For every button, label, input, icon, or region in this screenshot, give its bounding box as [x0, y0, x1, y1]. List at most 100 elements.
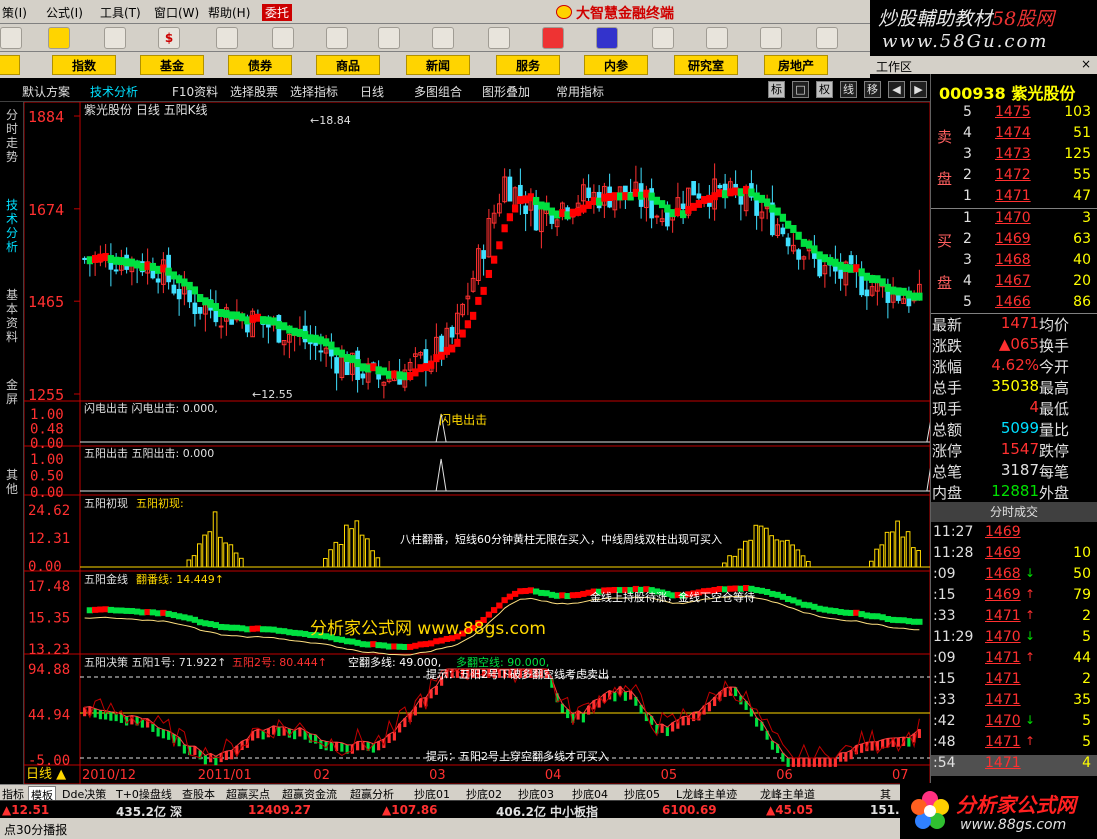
yang-bar: [218, 536, 223, 568]
nav-news[interactable]: 新闻: [406, 55, 470, 75]
tool-folder-icon[interactable]: [652, 27, 674, 49]
tool-binoculars-icon[interactable]: [326, 27, 348, 49]
tick-row: :33 1471 35: [933, 692, 1091, 708]
tech-analysis[interactable]: 技术分析: [90, 83, 138, 100]
chart-area[interactable]: 1884 1674 1465 1255 紫光股份 日线 五阳K线 ←18.84 ←12.55…: [24, 102, 930, 784]
hint-sell: 提示：五阳2号下破多翻空线考虑卖出: [426, 667, 609, 681]
overlay[interactable]: 图形叠加: [482, 83, 530, 100]
multi-chart[interactable]: 多图组合: [414, 83, 462, 100]
ctl-cross[interactable]: □: [792, 81, 809, 98]
left-sidebar: 分时走势 技术分析 基本资料 金屏 其他: [0, 102, 24, 785]
nav-commodity[interactable]: 商品: [316, 55, 380, 75]
select-stock[interactable]: 选择股票: [230, 83, 278, 100]
side-basic[interactable]: 基本资料: [6, 288, 20, 344]
tool-red-icon[interactable]: [542, 27, 564, 49]
buy-row[interactable]: 3 1468 40: [963, 252, 1097, 272]
menu-formula[interactable]: 公式(I): [46, 4, 83, 21]
tool-dollar-icon[interactable]: $: [158, 27, 180, 49]
ctl-right[interactable]: 权: [816, 81, 833, 98]
ticks-header[interactable]: 分时成交: [931, 502, 1097, 522]
select-indicator[interactable]: 选择指标: [290, 83, 338, 100]
sell-row[interactable]: 5 1475 103: [963, 104, 1097, 124]
stat-row: 总手 35038 最高: [932, 377, 1070, 397]
panel-label2: 翻番线: 14.449↑: [136, 572, 224, 586]
panel-y-tick: 13.23: [28, 642, 70, 658]
candle-body: [785, 237, 791, 247]
yang-bar: [869, 560, 874, 568]
buy-row[interactable]: 1 1470 3: [963, 210, 1097, 230]
tool-window-icon[interactable]: [706, 27, 728, 49]
side-goldscreen[interactable]: 金屏: [6, 378, 20, 406]
nav-bond[interactable]: 债券: [228, 55, 292, 75]
nav-internal[interactable]: 内参: [584, 55, 648, 75]
trend-ribbon: [459, 329, 466, 338]
ctl-line[interactable]: 线: [840, 81, 857, 98]
side-intraday[interactable]: 分时走势: [6, 108, 20, 164]
menu-window[interactable]: 窗口(W): [154, 4, 199, 21]
candle-body: [197, 306, 203, 314]
sell-row[interactable]: 4 1474 51: [963, 125, 1097, 145]
ctl-move[interactable]: 移: [864, 81, 881, 98]
yang-bar: [338, 544, 344, 568]
nav-service[interactable]: 服务: [496, 55, 560, 75]
tool-chart-icon[interactable]: [216, 27, 238, 49]
yang-bar: [911, 547, 916, 568]
nav-realestate[interactable]: 房地产: [764, 55, 828, 75]
yang-bar: [239, 557, 244, 568]
yang-bar: [800, 555, 806, 568]
tool-icon-1[interactable]: [0, 27, 22, 49]
nav-fund[interactable]: 基金: [140, 55, 204, 75]
candle-body: [187, 290, 192, 303]
tool-blue-icon[interactable]: [596, 27, 618, 49]
ticker-9: 151.: [870, 803, 900, 817]
tool-grid-icon[interactable]: [272, 27, 294, 49]
ctl-mark[interactable]: 标: [768, 81, 785, 98]
ctl-next-icon[interactable]: ▶: [910, 81, 927, 98]
menu-help[interactable]: 帮助(H): [208, 4, 250, 21]
period-daily[interactable]: 日线: [360, 83, 384, 100]
common-indicator[interactable]: 常用指标: [556, 83, 604, 100]
yang-bar: [769, 535, 774, 568]
tool-diamond-icon[interactable]: [48, 27, 70, 49]
x-tick-label: 05: [661, 768, 678, 783]
tool-help-icon[interactable]: [816, 27, 838, 49]
close-icon[interactable]: ×: [1081, 57, 1091, 71]
menu-tools[interactable]: 工具(T): [100, 4, 141, 21]
menu-trade[interactable]: 委托: [262, 4, 293, 21]
panel-y-tick: 24.62: [28, 503, 70, 519]
tool-bell-icon[interactable]: [378, 27, 400, 49]
ticker-3: 12409.27: [248, 803, 312, 817]
default-scheme[interactable]: 默认方案: [22, 83, 70, 100]
sell-row[interactable]: 1 1471 47: [963, 188, 1097, 208]
tool-books-icon[interactable]: [760, 27, 782, 49]
ticker-0: ▲12.51: [2, 803, 50, 817]
panel-y-tick: 44.94: [28, 708, 70, 724]
nav-index[interactable]: 指数: [52, 55, 116, 75]
buy-row[interactable]: 4 1467 20: [963, 273, 1097, 293]
panel-label3: 空翻多线: 49.000,: [348, 655, 441, 669]
f10-info[interactable]: F10资料: [172, 83, 218, 100]
ctl-prev-icon[interactable]: ◀: [888, 81, 905, 98]
sell-row[interactable]: 3 1473 125: [963, 146, 1097, 166]
tool-pen-icon[interactable]: [104, 27, 126, 49]
buy-row[interactable]: 5 1466 86: [963, 294, 1097, 314]
nav-research[interactable]: 研究室: [674, 55, 738, 75]
chart-title: 紫光股份 日线 五阳K线: [84, 103, 208, 117]
nav-stock[interactable]: 股: [0, 55, 20, 75]
trend-ribbon: [475, 296, 482, 305]
side-tech[interactable]: 技术分析: [6, 198, 20, 254]
panel-label2: 五阳初现:: [136, 496, 184, 510]
yang-bar: [753, 524, 759, 568]
buy-row[interactable]: 2 1469 63: [963, 231, 1097, 251]
yang-bar: [191, 555, 197, 568]
side-other[interactable]: 其他: [6, 468, 20, 496]
candle-body: [155, 278, 161, 283]
menu-strategy[interactable]: 策(I): [2, 4, 27, 21]
tool-flag-icon[interactable]: [432, 27, 454, 49]
yang-bar: [774, 539, 780, 568]
tick-row: 11:27 1469: [933, 524, 1021, 540]
sell-row[interactable]: 2 1472 55: [963, 167, 1097, 187]
candle-body: [218, 325, 224, 328]
stat-row: 涨跌 ▲065 换手: [932, 335, 1070, 355]
tool-bars-icon[interactable]: [488, 27, 510, 49]
